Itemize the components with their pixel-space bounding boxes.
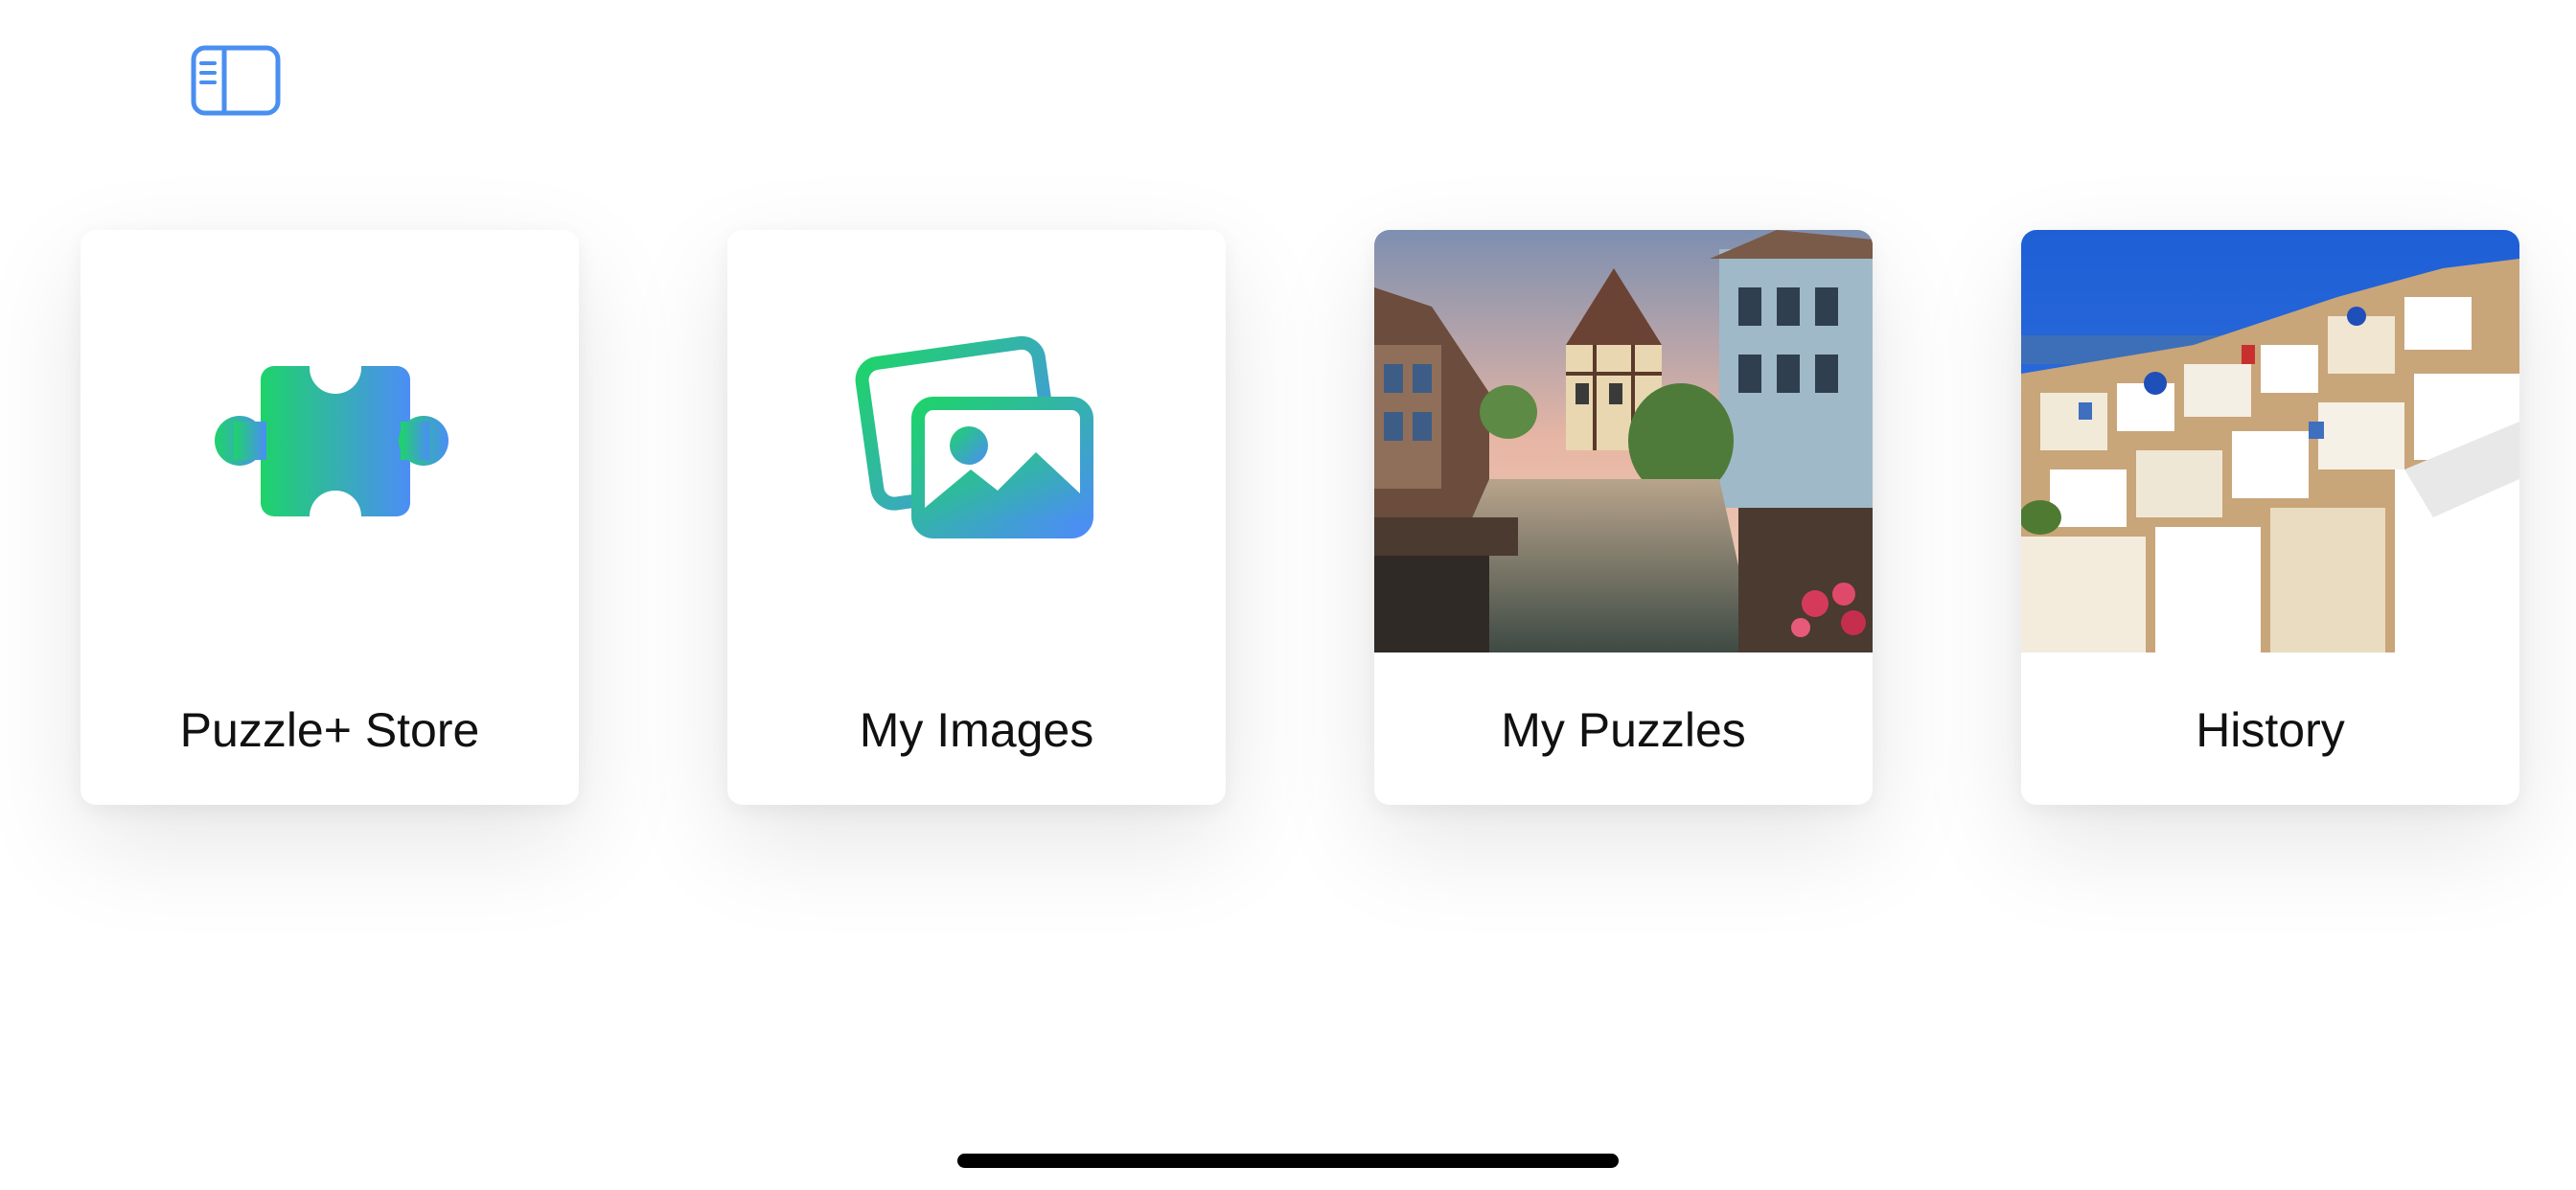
santorini-thumbnail xyxy=(2021,230,2519,652)
canal-village-thumbnail xyxy=(1374,230,1873,652)
puzzle-piece-icon xyxy=(215,342,448,542)
home-indicator[interactable] xyxy=(957,1154,1619,1168)
sidebar-left-icon xyxy=(191,45,281,116)
puzzle-store-media xyxy=(80,230,579,652)
my-puzzles-card[interactable]: My Puzzles xyxy=(1374,230,1873,805)
photo-stack-icon xyxy=(855,335,1093,538)
my-puzzles-label: My Puzzles xyxy=(1501,703,1746,757)
home-grid: Puzzle+ Store My Images My Puzzles Histo… xyxy=(0,230,2576,805)
history-card[interactable]: History xyxy=(2021,230,2519,805)
my-images-card[interactable]: My Images xyxy=(727,230,1226,805)
puzzle-store-label: Puzzle+ Store xyxy=(179,703,480,757)
my-images-label: My Images xyxy=(859,703,1094,757)
sidebar-toggle-button[interactable] xyxy=(190,44,282,117)
history-label: History xyxy=(2196,703,2345,757)
my-images-media xyxy=(727,230,1226,652)
puzzle-store-card[interactable]: Puzzle+ Store xyxy=(80,230,579,805)
